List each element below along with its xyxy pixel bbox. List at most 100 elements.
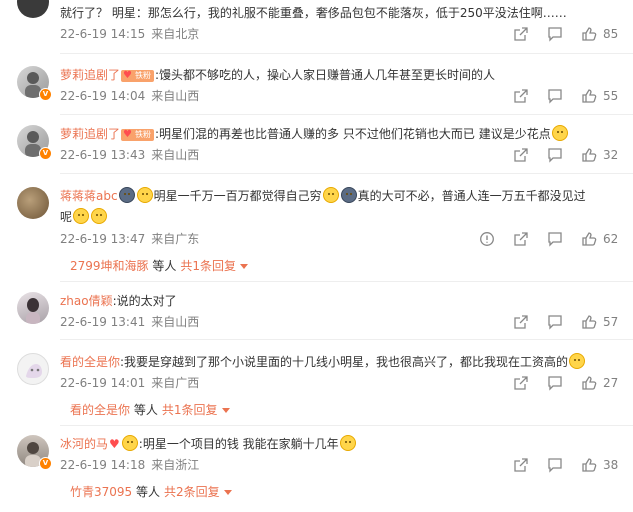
- avatar[interactable]: [17, 187, 49, 219]
- share-icon: [514, 458, 528, 472]
- comment-location: 来自山西: [151, 315, 200, 329]
- thumbs-up-icon: [582, 27, 597, 41]
- comment-time: 22-6-19 13:47: [60, 232, 146, 246]
- verified-badge: V: [39, 457, 52, 470]
- comment-item: V 冰河的马♥:明星一个项目的钱 我能在家躺十几年 22-6-19 14:18 来…: [0, 435, 633, 505]
- username-link[interactable]: 萝莉追剧了: [60, 68, 120, 82]
- emoji-icon: [136, 187, 153, 203]
- share-icon: [514, 148, 528, 162]
- comment-text: 看的全是你:我要是穿越到了那个小说里面的十几线小明星，我也很高兴了，都比我现在工…: [60, 353, 613, 371]
- comment-icon: [548, 148, 562, 163]
- divider: [60, 281, 633, 282]
- comment-icon: [548, 315, 562, 330]
- share-icon: [514, 27, 528, 41]
- comment-actions: 62: [479, 229, 633, 249]
- comment-item: zhao倩颖:说的太对了 22-6-19 13:41 来自山西 57: [0, 292, 633, 338]
- comment-text: zhao倩颖:说的太对了: [60, 294, 177, 308]
- divider: [60, 339, 633, 340]
- share-icon: [514, 232, 528, 246]
- emoji-icon: [551, 125, 568, 141]
- comment-location: 来自山西: [151, 89, 200, 103]
- thumbs-up-icon: [582, 315, 597, 329]
- comment-location: 来自广西: [151, 376, 200, 390]
- like-count: 32: [603, 148, 619, 162]
- comment-meta: 22-6-19 14:01 来自广西: [60, 375, 199, 391]
- divider: [60, 173, 633, 174]
- fan-badge[interactable]: 铁粉: [121, 129, 155, 141]
- emoji-icon: [73, 208, 90, 224]
- emoji-icon: [121, 435, 138, 451]
- thumbs-up-icon: [582, 376, 597, 390]
- comment-location: 来自山西: [151, 148, 200, 162]
- comment-location: 来自北京: [151, 27, 200, 41]
- comment-time: 22-6-19 13:41: [60, 315, 146, 329]
- comment-meta: 22-6-19 13:47 来自广东: [60, 231, 199, 247]
- divider: [60, 114, 633, 115]
- thumbs-up-icon: [582, 232, 597, 246]
- username-link[interactable]: 萝莉追剧了: [60, 127, 120, 141]
- username-link[interactable]: 蒋蒋蒋abc: [60, 189, 118, 203]
- like-count: 62: [603, 232, 619, 246]
- like-count: 27: [603, 376, 619, 390]
- comment-item: V 萝莉追剧了铁粉:明星们混的再差也比普通人赚的多 只不过他们花销也大而已 建议…: [0, 125, 633, 175]
- comment-meta: 22-6-19 13:41 来自山西: [60, 314, 199, 330]
- comment-time: 22-6-19 14:18: [60, 458, 146, 472]
- reply-summary[interactable]: 看的全是你 等人 共1条回复: [70, 401, 230, 419]
- like-count: 38: [603, 458, 619, 472]
- chevron-down-icon: [221, 408, 230, 413]
- comment-time: 22-6-19 14:04: [60, 89, 146, 103]
- emoji-icon: [322, 187, 339, 203]
- comment-item: V 萝莉追剧了铁粉:馒头都不够吃的人，操心人家日赚普通人几年甚至更长时间的人 2…: [0, 66, 633, 116]
- username-link[interactable]: zhao倩颖: [60, 294, 113, 308]
- emoji-icon: [91, 208, 108, 224]
- comment-text: 萝莉追剧了铁粉:馒头都不够吃的人，操心人家日赚普通人几年甚至更长时间的人: [60, 66, 613, 84]
- comment-icon: [548, 376, 562, 391]
- reply-username[interactable]: 竹青37095: [70, 485, 132, 499]
- fan-badge[interactable]: 铁粉: [121, 70, 155, 82]
- username-link[interactable]: 看的全是你: [60, 355, 120, 369]
- comment-time: 22-6-19 14:01: [60, 376, 146, 390]
- comment-meta: 22-6-19 13:43 来自山西: [60, 147, 199, 163]
- chevron-down-icon: [240, 264, 249, 269]
- verified-badge: V: [39, 147, 52, 160]
- avatar[interactable]: [17, 353, 49, 385]
- comment-time: 22-6-19 13:43: [60, 148, 146, 162]
- comment-text: 冰河的马♥:明星一个项目的钱 我能在家躺十几年: [60, 435, 613, 453]
- emoji-icon: [340, 187, 357, 203]
- emoji-icon: [569, 353, 586, 369]
- reply-username[interactable]: 2799坤和海豚: [70, 259, 149, 273]
- thumbs-up-icon: [582, 148, 597, 162]
- reply-username[interactable]: 看的全是你: [70, 403, 130, 417]
- comment-actions: 38: [513, 455, 633, 475]
- heart-icon: ♥: [109, 437, 120, 451]
- comment-actions: 57: [513, 312, 633, 332]
- comment-meta: 22-6-19 14:04 来自山西: [60, 88, 199, 104]
- reply-summary[interactable]: 2799坤和海豚 等人 共1条回复: [70, 257, 249, 275]
- comment-location: 来自浙江: [151, 458, 200, 472]
- comment-icon: [548, 232, 562, 247]
- reply-summary[interactable]: 竹青37095 等人 共2条回复: [70, 483, 232, 501]
- share-icon: [514, 315, 528, 329]
- verified-badge: V: [39, 88, 52, 101]
- reply-count-link[interactable]: 共1条回复: [162, 403, 218, 417]
- comment-actions: 32: [513, 145, 633, 165]
- comment-actions: 27: [513, 373, 633, 393]
- share-icon: [514, 89, 528, 103]
- avatar[interactable]: [17, 292, 49, 324]
- like-count: 57: [603, 315, 619, 329]
- comment-item: 就行了？ 明星：那怎么行，我的礼服不能重叠，奢侈品包包不能落灰，低于250平没法…: [0, 0, 633, 52]
- comment-time: 22-6-19 14:15: [60, 27, 146, 41]
- avatar[interactable]: [17, 0, 49, 18]
- comment-item: 蒋蒋蒋abc 明星一千万一百万都觉得自己穷 真的大可不必，普通人连一万五千都没见过 …: [0, 187, 633, 277]
- comment-icon: [548, 458, 562, 473]
- share-icon: [514, 376, 528, 390]
- comment-item: 看的全是你:我要是穿越到了那个小说里面的十几线小明星，我也很高兴了，都比我现在工…: [0, 353, 633, 423]
- username-link[interactable]: 冰河的马: [60, 437, 108, 451]
- comment-location: 来自广东: [151, 232, 200, 246]
- like-count: 85: [603, 27, 619, 41]
- reply-count-link[interactable]: 共1条回复: [180, 259, 236, 273]
- divider: [60, 53, 633, 54]
- like-count: 55: [603, 89, 619, 103]
- thumbs-up-icon: [582, 89, 597, 103]
- reply-count-link[interactable]: 共2条回复: [164, 485, 220, 499]
